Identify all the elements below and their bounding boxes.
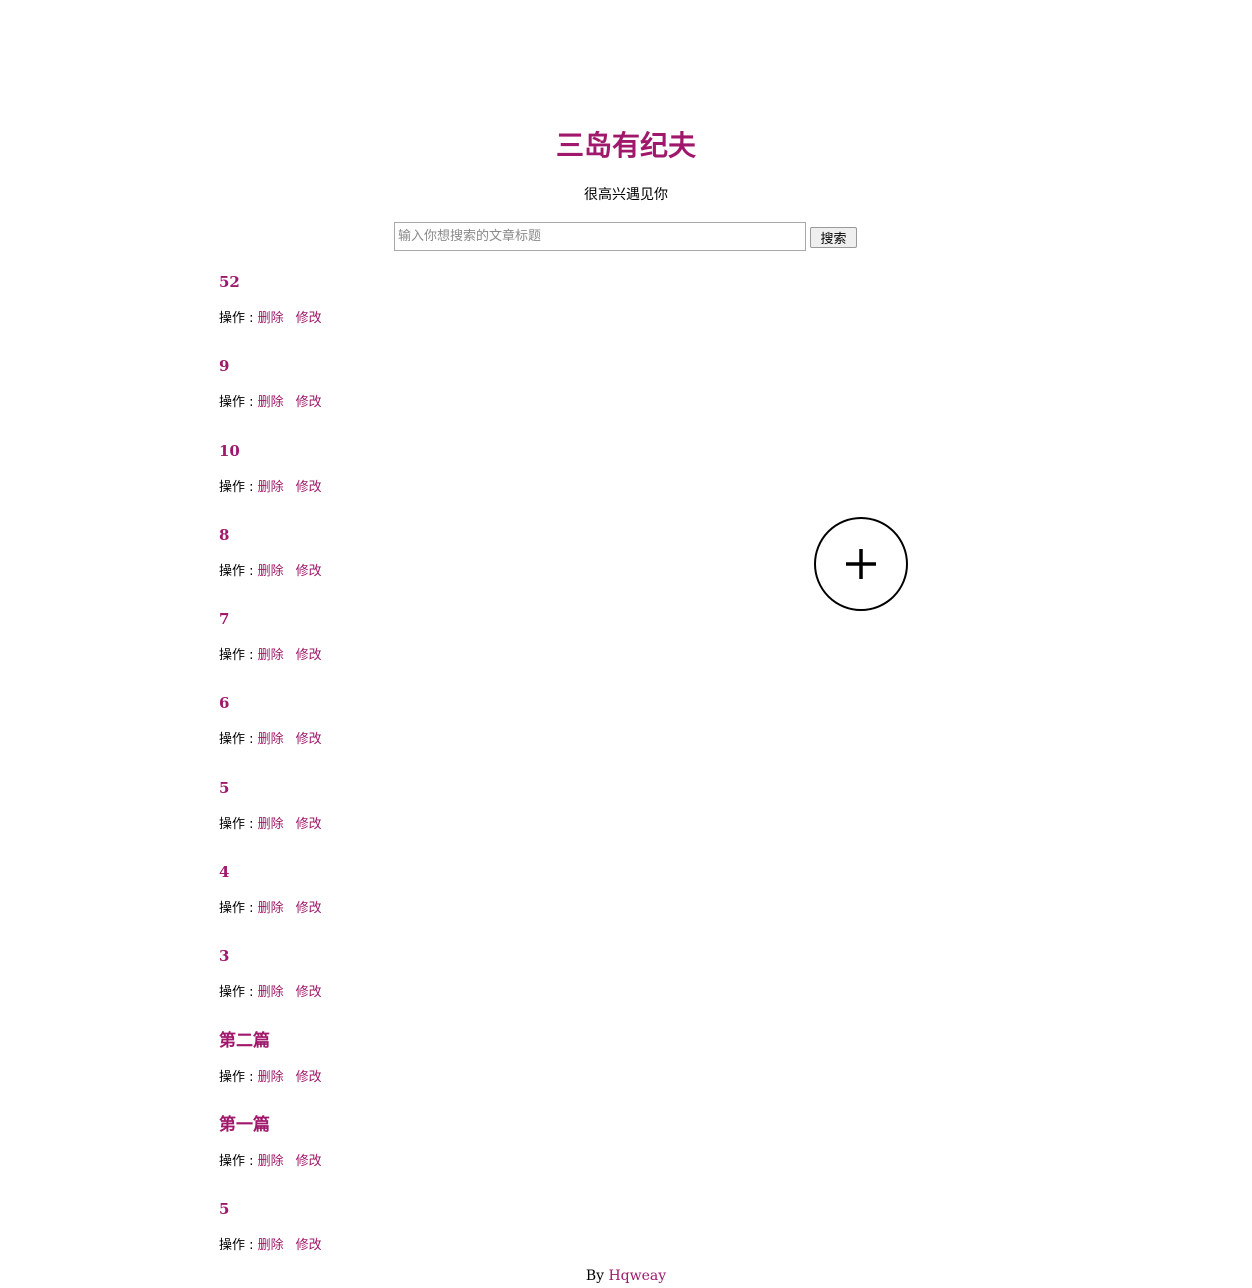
delete-link[interactable]: 删除 [258,1238,284,1253]
footer: By Hqweay [0,1266,1252,1286]
delete-link[interactable]: 删除 [258,1070,284,1085]
post-actions: 操作 : 删除 修改 [219,983,739,1003]
delete-link[interactable]: 删除 [258,732,284,747]
add-post-button[interactable] [814,517,908,611]
delete-link[interactable]: 删除 [258,985,284,1000]
edit-link[interactable]: 修改 [296,817,322,832]
post-title-link[interactable]: 第一篇 [219,1110,739,1140]
search-input[interactable] [394,222,806,251]
post-title-link[interactable]: 10 [219,436,739,466]
post-title-link[interactable]: 9 [219,351,739,381]
post-title-link[interactable]: 5 [219,1194,739,1224]
actions-label: 操作 : [219,395,258,411]
post-title-link[interactable]: 4 [219,857,739,887]
edit-link[interactable]: 修改 [296,1154,322,1169]
delete-link[interactable]: 删除 [258,311,284,326]
post-actions: 操作 : 删除 修改 [219,478,739,498]
post-item: 10 操作 : 删除 修改 [219,436,739,520]
edit-link[interactable]: 修改 [296,311,322,326]
post-title-link[interactable]: 第二篇 [219,1026,739,1056]
actions-label: 操作 : [219,648,258,664]
post-title-link[interactable]: 8 [219,520,739,550]
actions-label: 操作 : [219,901,258,917]
post-item: 3 操作 : 删除 修改 [219,941,739,1025]
actions-label: 操作 : [219,479,258,495]
actions-label: 操作 : [219,985,258,1001]
search-bar: 搜索 [394,222,857,251]
delete-link[interactable]: 删除 [258,480,284,495]
post-actions: 操作 : 删除 修改 [219,309,739,329]
actions-label: 操作 : [219,563,258,579]
post-item: 8 操作 : 删除 修改 [219,520,739,604]
edit-link[interactable]: 修改 [296,732,322,747]
site-title: 三岛有纪夫 [555,129,696,162]
edit-link[interactable]: 修改 [296,1070,322,1085]
post-item: 4 操作 : 删除 修改 [219,857,739,941]
search-button[interactable]: 搜索 [810,227,857,248]
post-title-link[interactable]: 52 [219,267,739,297]
post-actions: 操作 : 删除 修改 [219,1068,739,1088]
post-title-link[interactable]: 5 [219,773,739,803]
delete-link[interactable]: 删除 [258,648,284,663]
actions-label: 操作 : [219,1069,258,1085]
post-item: 6 操作 : 删除 修改 [219,688,739,772]
author-link[interactable]: Hqweay [608,1268,666,1284]
edit-link[interactable]: 修改 [296,480,322,495]
post-actions: 操作 : 删除 修改 [219,562,739,582]
post-title-link[interactable]: 7 [219,604,739,634]
actions-label: 操作 : [219,1153,258,1169]
edit-link[interactable]: 修改 [296,901,322,916]
post-actions: 操作 : 删除 修改 [219,646,739,666]
post-actions: 操作 : 删除 修改 [219,730,739,750]
post-list: 52 操作 : 删除 修改 9 操作 : 删除 修改 10 操作 : 删除 修改 8 … [219,267,739,1279]
edit-link[interactable]: 修改 [296,564,322,579]
footer-prefix: By [585,1268,609,1284]
post-item: 第一篇 操作 : 删除 修改 [219,1110,739,1194]
post-item: 7 操作 : 删除 修改 [219,604,739,688]
delete-link[interactable]: 删除 [258,564,284,579]
post-actions: 操作 : 删除 修改 [219,1236,739,1256]
post-item: 52 操作 : 删除 修改 [219,267,739,351]
site-subtitle: 很高兴遇见你 [584,187,668,203]
delete-link[interactable]: 删除 [258,395,284,410]
post-actions: 操作 : 删除 修改 [219,815,739,835]
plus-icon [846,549,876,579]
delete-link[interactable]: 删除 [258,901,284,916]
edit-link[interactable]: 修改 [296,395,322,410]
post-actions: 操作 : 删除 修改 [219,899,739,919]
post-actions: 操作 : 删除 修改 [219,393,739,413]
post-title-link[interactable]: 3 [219,941,739,971]
actions-label: 操作 : [219,732,258,748]
post-item: 9 操作 : 删除 修改 [219,351,739,435]
post-title-link[interactable]: 6 [219,688,739,718]
edit-link[interactable]: 修改 [296,648,322,663]
edit-link[interactable]: 修改 [296,1238,322,1253]
delete-link[interactable]: 删除 [258,817,284,832]
post-actions: 操作 : 删除 修改 [219,1152,739,1172]
actions-label: 操作 : [219,1238,258,1254]
post-item: 5 操作 : 删除 修改 [219,773,739,857]
edit-link[interactable]: 修改 [296,985,322,1000]
post-item: 第二篇 操作 : 删除 修改 [219,1026,739,1110]
delete-link[interactable]: 删除 [258,1154,284,1169]
actions-label: 操作 : [219,816,258,832]
actions-label: 操作 : [219,311,258,326]
